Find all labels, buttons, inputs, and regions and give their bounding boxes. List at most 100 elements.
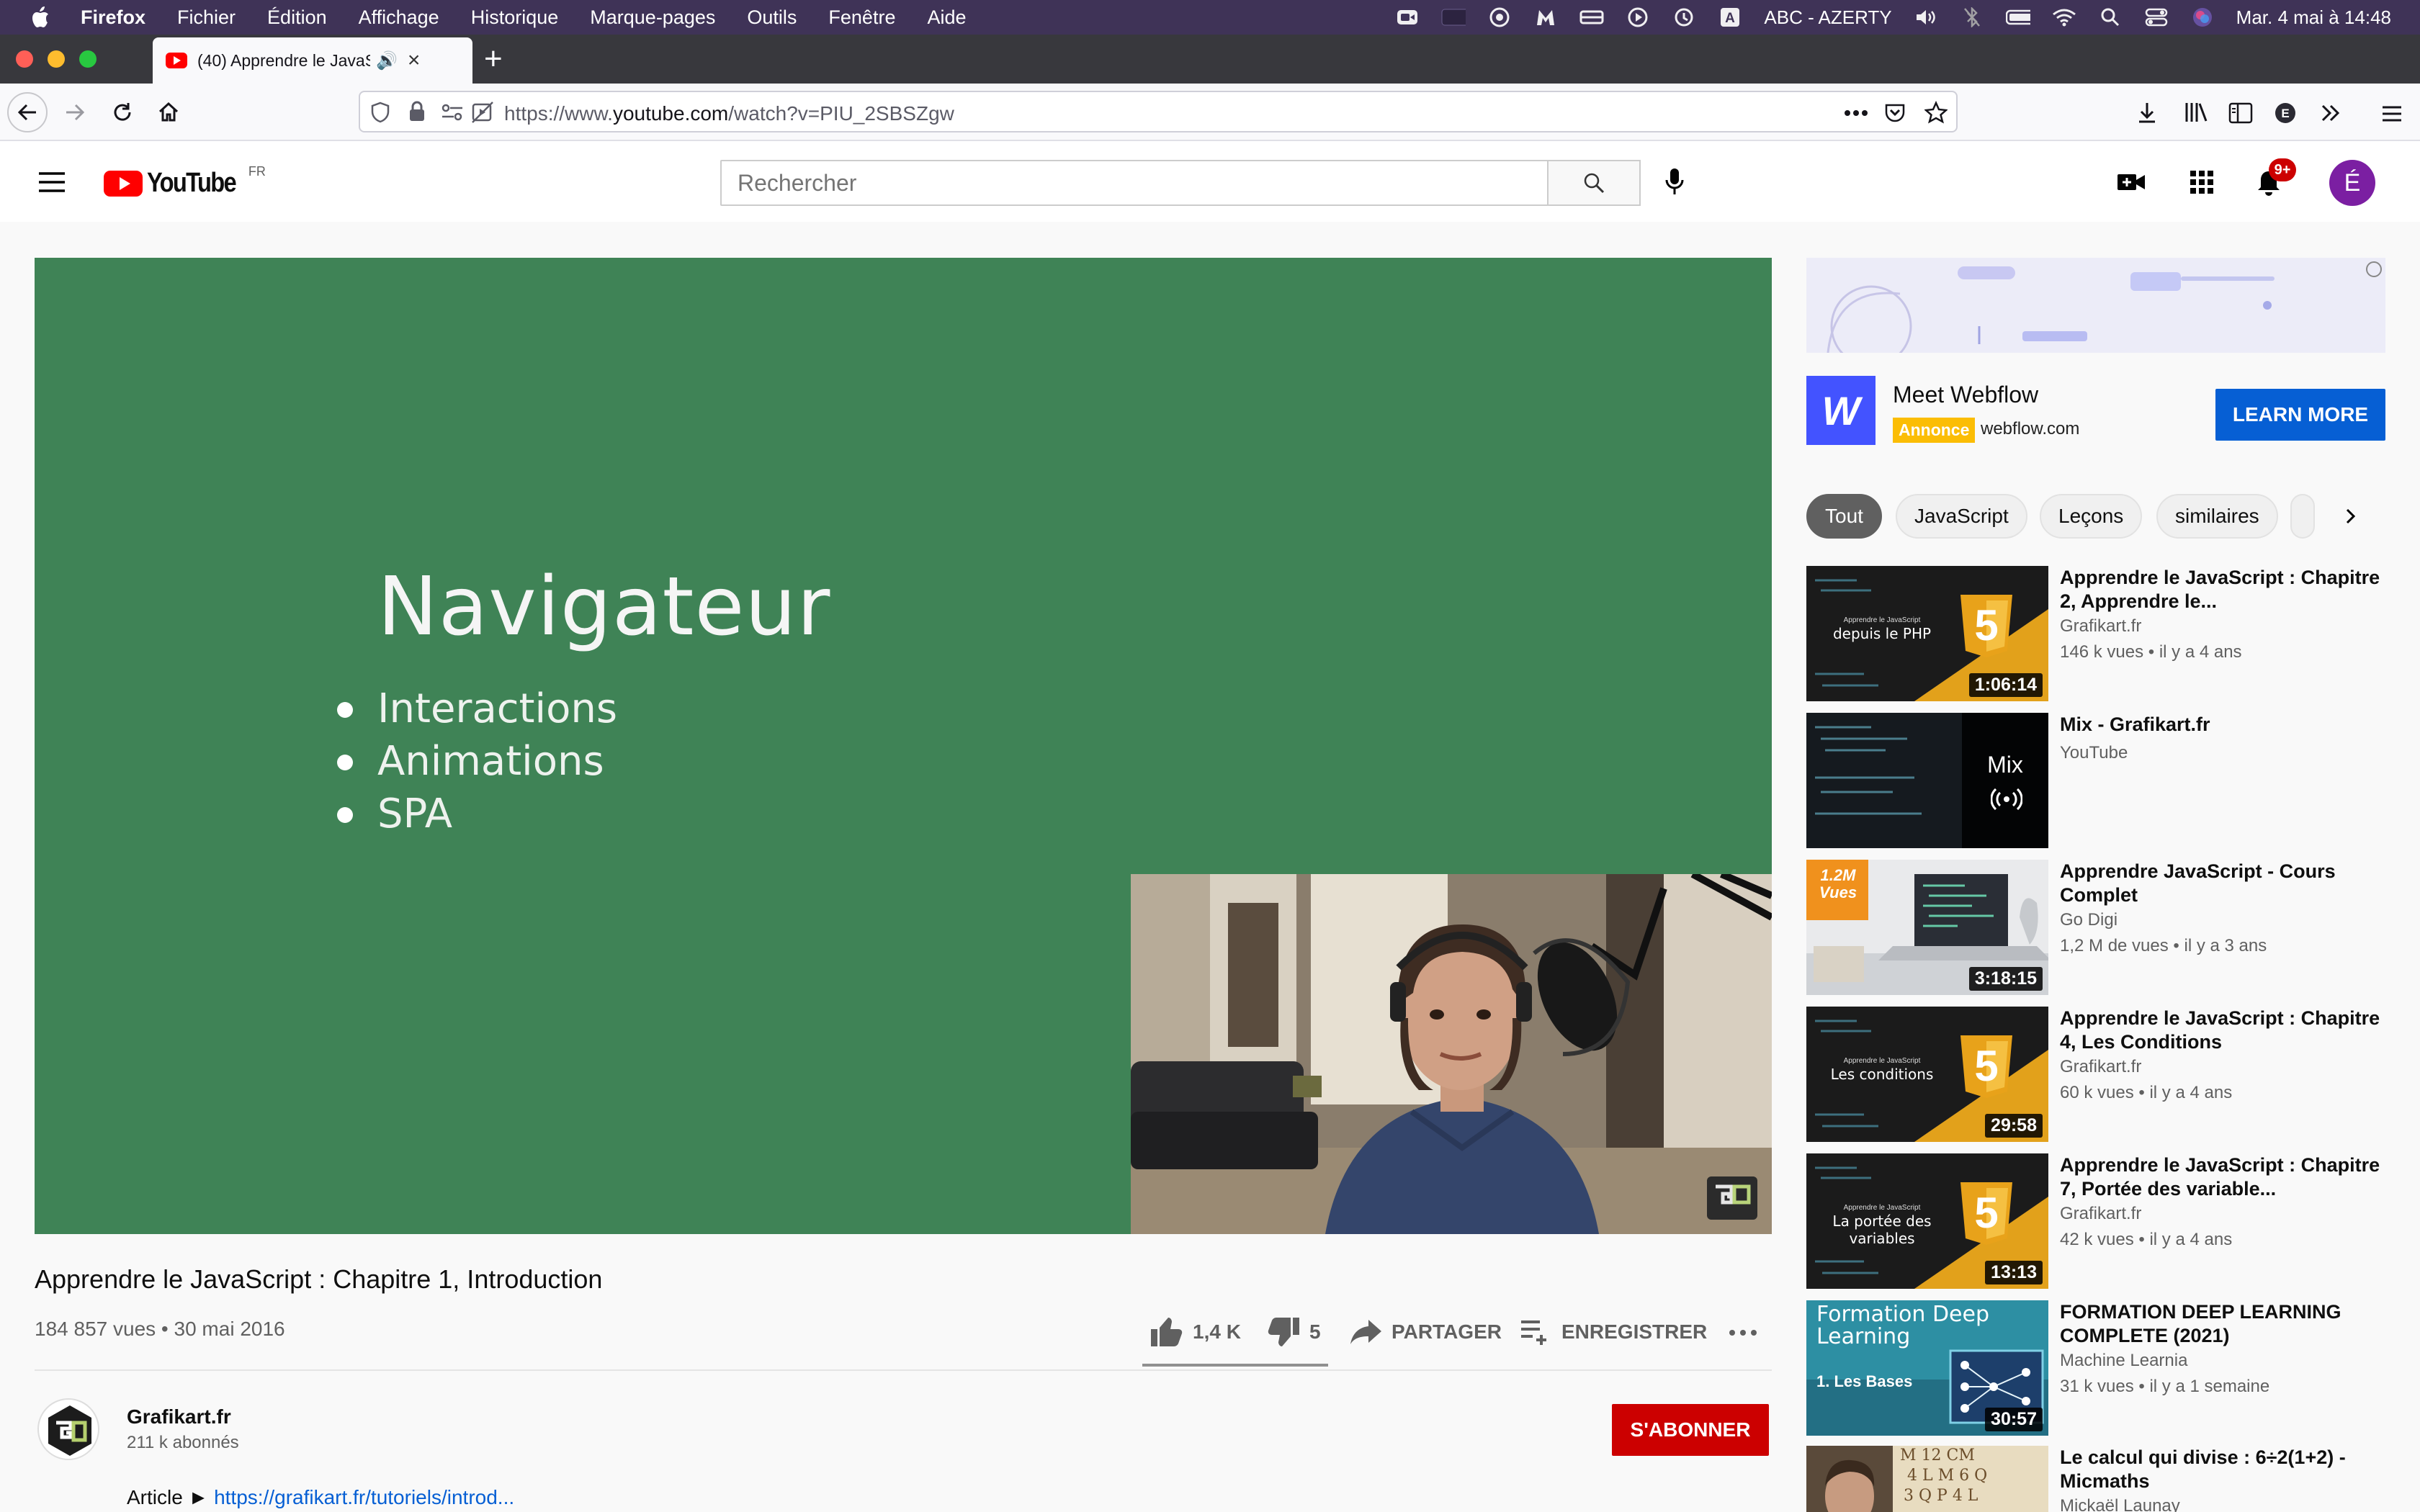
recommendation-channel[interactable]: Grafikart.fr (2060, 1057, 2141, 1077)
window-zoom-button[interactable] (79, 50, 97, 68)
recommendation-channel[interactable]: Machine Learnia (2060, 1351, 2187, 1371)
webflow-logo[interactable]: W (1806, 376, 1876, 445)
wifi-icon[interactable] (2052, 6, 2076, 28)
recommendation-channel[interactable]: Mickaël Launay (2060, 1496, 2180, 1512)
video-thumbnail[interactable]: 5 Apprendre le JavaScript depuis le PHP … (1806, 566, 2048, 701)
drive-icon[interactable] (1579, 6, 1604, 28)
chip-javascript[interactable]: JavaScript (1896, 494, 2027, 539)
spotlight-icon[interactable] (2098, 6, 2123, 28)
control-center-icon[interactable] (2144, 6, 2169, 28)
create-video-icon[interactable] (2116, 171, 2146, 193)
ad-domain[interactable]: webflow.com (1981, 419, 2079, 439)
autoplay-blocked-icon[interactable] (471, 101, 494, 124)
page-actions-icon[interactable] (1844, 109, 1868, 117)
recommendation-title[interactable]: Apprendre le JavaScript : Chapitre 4, Le… (2060, 1007, 2384, 1054)
home-button[interactable] (148, 92, 189, 132)
time-machine-icon[interactable] (1672, 6, 1696, 28)
video-thumbnail[interactable]: 5 Apprendre le JavaScript La portée des … (1806, 1153, 2048, 1289)
search-input[interactable] (720, 160, 1549, 206)
permissions-icon[interactable] (441, 102, 464, 122)
downloads-icon[interactable] (2136, 101, 2158, 124)
youtube-logo[interactable]: YouTube FR (104, 164, 266, 199)
recommendation-item[interactable]: 1.2M Vues 3:18:15 Apprendre JavaScript -… (1806, 860, 2390, 996)
tab-youtube[interactable]: (40) Apprendre le JavaScript : Chapitre … (153, 37, 472, 84)
lock-icon[interactable] (408, 101, 426, 122)
keyboard-layout[interactable]: ABC - AZERTY (1764, 6, 1891, 29)
share-button[interactable]: PARTAGER (1350, 1312, 1502, 1352)
recommendation-channel[interactable]: Go Digi (2060, 910, 2118, 930)
subscribe-button[interactable]: S'ABONNER (1612, 1404, 1769, 1456)
channel-name[interactable]: Grafikart.fr (127, 1405, 231, 1428)
sidebar-icon[interactable] (2228, 102, 2253, 124)
microphone-icon[interactable] (1664, 167, 1685, 197)
recommendation-title[interactable]: Le calcul qui divise : 6÷2(1+2) - Micmat… (2060, 1446, 2384, 1493)
siri-icon[interactable] (2190, 6, 2215, 28)
ad-banner[interactable] (1806, 258, 2385, 353)
reload-button[interactable] (102, 92, 143, 132)
recommendation-item[interactable]: 5 Apprendre le JavaScript Les conditions… (1806, 1007, 2390, 1143)
menu-marque-pages[interactable]: Marque-pages (590, 6, 715, 29)
target-icon[interactable] (1487, 6, 1512, 28)
video-thumbnail[interactable]: 1.2M Vues 3:18:15 (1806, 860, 2048, 995)
menu-app-name[interactable]: Firefox (81, 6, 145, 29)
recommendation-channel[interactable]: Grafikart.fr (2060, 1204, 2141, 1224)
new-tab-button[interactable]: + (484, 43, 503, 75)
speaker-icon[interactable]: 🔊 (376, 50, 398, 71)
more-actions-icon[interactable] (1729, 1329, 1757, 1336)
bluetooth-off-icon[interactable] (1960, 6, 1984, 28)
video-thumbnail[interactable]: 5 Apprendre le JavaScript Les conditions… (1806, 1007, 2048, 1142)
apps-grid-icon[interactable] (2190, 170, 2214, 194)
library-icon[interactable] (2184, 101, 2208, 124)
chip-similaires[interactable]: similaires (2156, 494, 2278, 539)
recommendation-title[interactable]: Apprendre le JavaScript : Chapitre 2, Ap… (2060, 566, 2384, 613)
window-close-button[interactable] (16, 50, 33, 68)
video-thumbnail[interactable]: Mix (1806, 713, 2048, 848)
menu-aide[interactable]: Aide (927, 6, 966, 29)
url-text[interactable]: https://www.youtube.com/watch?v=PIU_2SBS… (504, 102, 954, 125)
recommendation-title[interactable]: Apprendre le JavaScript : Chapitre 7, Po… (2060, 1153, 2384, 1201)
save-button[interactable]: ENREGISTRER (1520, 1312, 1707, 1352)
chip-all[interactable]: Tout (1806, 494, 1882, 539)
recommendation-title[interactable]: Mix - Grafikart.fr (2060, 713, 2384, 737)
guide-menu-icon[interactable] (37, 171, 66, 193)
window-minimize-button[interactable] (48, 50, 65, 68)
play-icon[interactable] (1626, 6, 1650, 28)
chip-partial[interactable] (2290, 494, 2315, 539)
volume-icon[interactable] (1914, 6, 1938, 28)
recommendation-item[interactable]: Mix Mix - Grafikart.fr YouTube (1806, 713, 2390, 850)
ad-title[interactable]: Meet Webflow (1893, 382, 2038, 408)
recommendation-title[interactable]: FORMATION DEEP LEARNING COMPLETE (2021) (2060, 1300, 2384, 1348)
hamburger-menu-icon[interactable] (2381, 105, 2403, 122)
recommendation-item[interactable]: Formation Deep Learning 1. Les Bases 30:… (1806, 1300, 2390, 1437)
menu-fenetre[interactable]: Fenêtre (828, 6, 895, 29)
menu-affichage[interactable]: Affichage (359, 6, 439, 29)
account-avatar[interactable]: É (2329, 160, 2375, 206)
forward-button[interactable] (55, 92, 95, 132)
bookmark-star-icon[interactable] (1924, 101, 1948, 124)
pocket-icon[interactable] (1884, 102, 1906, 124)
input-source-icon[interactable]: A (1718, 6, 1742, 28)
shield-icon[interactable] (370, 102, 390, 123)
channel-avatar[interactable] (37, 1398, 99, 1460)
recommendation-item[interactable]: 5 Apprendre le JavaScript depuis le PHP … (1806, 566, 2390, 703)
menu-datetime[interactable]: Mar. 4 mai à 14:48 (2236, 6, 2391, 29)
chip-lecons[interactable]: Leçons (2040, 494, 2143, 539)
apple-icon[interactable] (29, 6, 50, 29)
like-button[interactable]: 1,4 K (1150, 1312, 1241, 1352)
menu-edition[interactable]: Édition (267, 6, 327, 29)
zoom-icon[interactable] (1395, 6, 1420, 28)
video-player[interactable]: Navigateur Interactions Animations SPA (35, 258, 1772, 1234)
video-thumbnail[interactable]: Formation Deep Learning 1. Les Bases 30:… (1806, 1300, 2048, 1436)
recommendation-item[interactable]: 5 Apprendre le JavaScript La portée des … (1806, 1153, 2390, 1290)
video-thumbnail[interactable]: M 12 CM 4 L M 6 Q 3 Q P 4 L (1806, 1446, 2048, 1512)
chevron-right-icon[interactable] (2342, 507, 2360, 526)
menu-outils[interactable]: Outils (747, 6, 797, 29)
overflow-chevrons-icon[interactable] (2321, 104, 2341, 122)
recommendation-title[interactable]: Apprendre JavaScript - Cours Complet (2060, 860, 2384, 907)
menu-fichier[interactable]: Fichier (177, 6, 236, 29)
extension-e-icon[interactable]: E (2275, 102, 2296, 124)
dislike-button[interactable]: 5 (1266, 1312, 1321, 1352)
url-bar[interactable]: https://www.youtube.com/watch?v=PIU_2SBS… (359, 91, 1958, 132)
menu-historique[interactable]: Historique (471, 6, 559, 29)
recommendation-channel[interactable]: YouTube (2060, 743, 2128, 763)
